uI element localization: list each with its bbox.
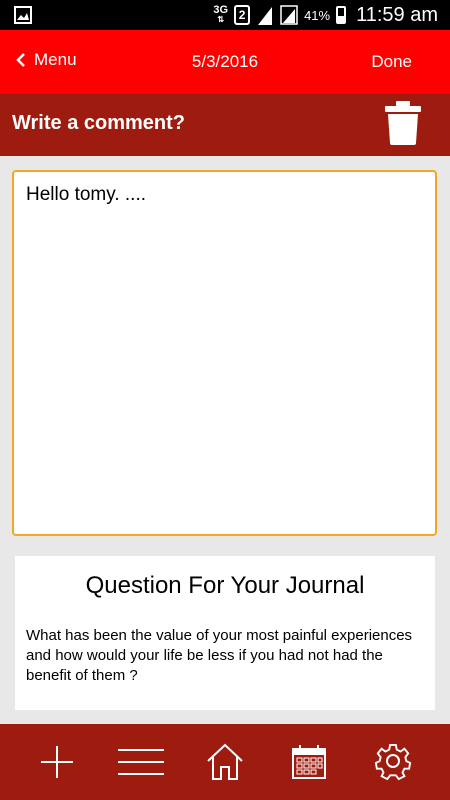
calendar-icon bbox=[292, 745, 326, 779]
plus-icon bbox=[41, 746, 73, 778]
journal-question-text: What has been the value of your most pai… bbox=[26, 627, 413, 684]
done-button[interactable]: Done bbox=[371, 52, 412, 72]
comment-field-container bbox=[12, 170, 437, 536]
list-menu-button[interactable] bbox=[117, 738, 165, 786]
comment-header-title: Write a comment? bbox=[12, 112, 185, 134]
settings-icon bbox=[374, 743, 412, 781]
top-app-bar: Menu 5/3/2016 Done bbox=[0, 30, 450, 94]
clock: 11:59 am bbox=[356, 3, 438, 26]
trash-icon[interactable] bbox=[384, 100, 422, 146]
signal-strength-icon bbox=[280, 5, 298, 25]
settings-button[interactable] bbox=[369, 738, 417, 786]
network-type-indicator: 3G ⇅ bbox=[213, 4, 229, 25]
svg-text:R: R bbox=[259, 8, 266, 18]
bottom-navigation bbox=[0, 724, 450, 800]
comment-textarea[interactable] bbox=[14, 172, 435, 534]
sim-slot-indicator: 2 bbox=[234, 5, 251, 25]
journal-question-heading: Question For Your Journal bbox=[85, 572, 365, 599]
battery-percent: 41% bbox=[304, 7, 331, 23]
signal-roaming-icon: R bbox=[258, 7, 273, 25]
calendar-button[interactable] bbox=[285, 738, 333, 786]
status-bar: 3G ⇅ 2 R 41% 11:59 am bbox=[0, 0, 450, 30]
journal-question-card: Question For Your Journal What has been … bbox=[15, 556, 435, 710]
menu-icon bbox=[118, 749, 164, 775]
comment-header: Write a comment? bbox=[0, 94, 450, 156]
home-button[interactable] bbox=[201, 738, 249, 786]
battery-icon bbox=[336, 6, 347, 24]
add-entry-button[interactable] bbox=[33, 738, 81, 786]
gallery-notification-icon bbox=[14, 6, 32, 24]
home-icon bbox=[207, 743, 243, 780]
